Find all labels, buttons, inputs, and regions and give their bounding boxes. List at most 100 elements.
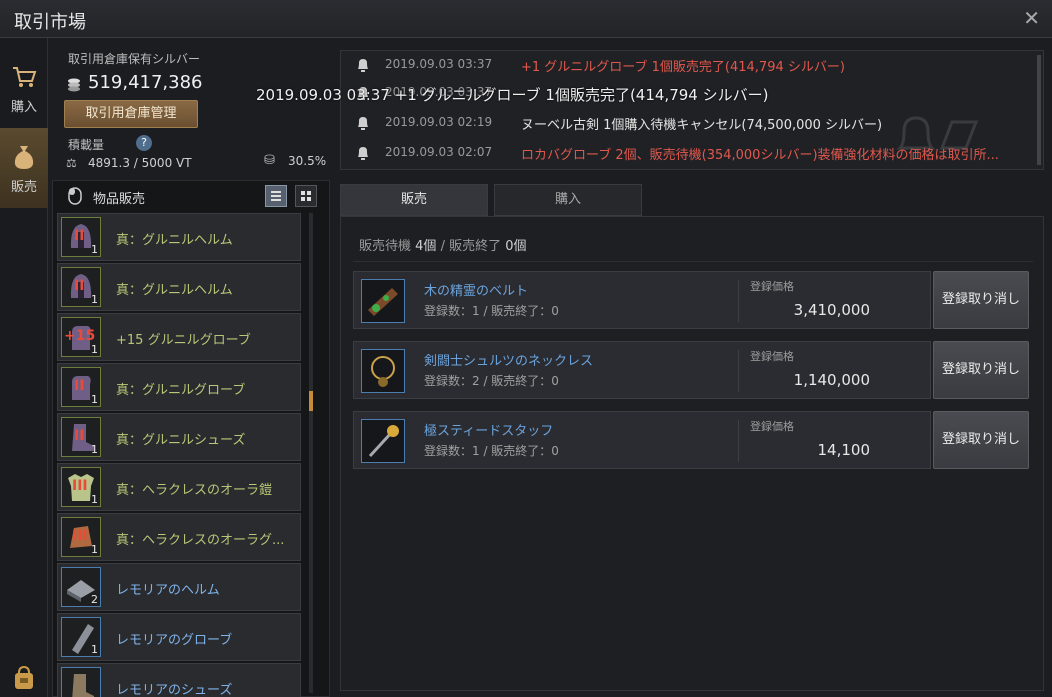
price-value: 3,410,000 [793, 301, 870, 319]
sale-status: 販売待機 4個 / 販売終了 0個 [359, 235, 527, 254]
item-enhance-mark: II [74, 278, 85, 294]
list-item[interactable]: レモリアのシューズ [57, 663, 301, 697]
item-name: レモリアのグローブ [116, 633, 233, 648]
silver-label: 取引用倉庫保有シルバー [68, 52, 201, 66]
item-list-header: 物品販売 [53, 181, 331, 211]
item-qty: 1 [91, 293, 98, 306]
list-item[interactable]: III 1 真：ヘラクレスのオーラ鎧 [57, 463, 301, 511]
item-icon: 1 [61, 617, 101, 657]
list-item[interactable]: III 1 真：ヘラクレスのオーラグ... [57, 513, 301, 561]
notification-time: 2019.09.03 02:19 [385, 115, 493, 129]
cancel-listing-button[interactable]: 登録取り消し [933, 271, 1029, 329]
inventory-bag-icon[interactable] [12, 665, 36, 691]
sale-item-count: 登録数：1 / 販売終了：0 [424, 444, 559, 458]
weight-percent: 30.5% [288, 154, 327, 168]
item-qty: 1 [91, 493, 98, 506]
sale-item-name: 剣闘士シュルツのネックレス [424, 354, 594, 369]
item-list: II 1 真：グルニルヘルム II 1 真：グルニルヘルム +15 1 +15 … [57, 213, 301, 697]
weight-label: 積載量 [68, 138, 105, 152]
sale-item-name: 極スティードスタッフ [424, 424, 554, 439]
item-icon: II 1 [61, 267, 101, 307]
item-icon: II 1 [61, 417, 101, 457]
necklace-icon [371, 356, 395, 387]
item-qty: 1 [91, 443, 98, 456]
sale-item-icon [361, 419, 405, 463]
sale-item-count: 登録数：2 / 販売終了：0 [424, 374, 559, 388]
item-enhance-mark: III [72, 528, 88, 544]
silver-coin-icon [68, 78, 80, 92]
cancel-listing-button[interactable]: 登録取り消し [933, 341, 1029, 399]
waiting-label: 販売待機 [359, 239, 412, 254]
item-name: 真：グルニルヘルム [116, 233, 233, 248]
sale-item: 剣闘士シュルツのネックレス 登録数：2 / 販売終了：0 登録価格 1,140,… [353, 341, 931, 399]
warehouse-manage-button[interactable]: 取引用倉庫管理 [64, 100, 198, 128]
sale-item: 極スティードスタッフ 登録数：1 / 販売終了：0 登録価格 14,100 [353, 411, 931, 469]
help-icon[interactable]: ? [136, 135, 152, 151]
sale-item-icon [361, 349, 405, 393]
silver-info: 取引用倉庫保有シルバー 519,417,386 取引用倉庫管理 積載量 ? ⚖ … [60, 44, 330, 174]
item-list-scroll-thumb[interactable] [309, 391, 313, 411]
weight-icon: ⚖ [66, 156, 77, 170]
price-value: 14,100 [817, 441, 871, 459]
sale-item-name: 木の精霊のベルト [424, 284, 529, 299]
item-name: 真：グルニルシューズ [116, 433, 246, 448]
list-item[interactable]: 2 レモリアのヘルム [57, 563, 301, 611]
list-view-button[interactable] [265, 185, 287, 207]
item-enhance-mark: III [72, 478, 88, 494]
notification-scrollbar[interactable] [1037, 55, 1041, 165]
item-enhance-mark: II [74, 228, 85, 244]
list-item[interactable]: 1 レモリアのグローブ [57, 613, 301, 661]
notification-row: 2019.09.03 03:37 +1 グルニルグローブ 1個販売完了(414,… [341, 51, 1031, 79]
list-item[interactable]: II 1 真：グルニルヘルム [57, 263, 301, 311]
item-qty: 1 [91, 343, 98, 356]
cancel-listing-button[interactable]: 登録取り消し [933, 411, 1029, 469]
list-item[interactable]: II 1 真：グルニルグローブ [57, 363, 301, 411]
list-item[interactable]: II 1 真：グルニルシューズ [57, 413, 301, 461]
notification-time: 2019.09.03 03:37 [385, 57, 493, 71]
price-label: 登録価格 [750, 280, 794, 293]
price-label: 登録価格 [750, 420, 794, 433]
item-icon: III 1 [61, 517, 101, 557]
notification-time: 2019.09.03 02:07 [385, 145, 493, 159]
item-list-panel: 物品販売 II 1 真：グルニルヘルム II 1 真：グルニルヘルム +15 1… [52, 180, 330, 697]
belt-icon [368, 288, 398, 316]
window-title: 取引市場 [14, 12, 86, 33]
notification-message: +1 グルニルグローブ 1個販売完了(414,794 シルバー) [521, 60, 845, 75]
cart-icon [13, 67, 37, 87]
item-icon: 2 [61, 567, 101, 607]
list-item[interactable]: +15 1 +15 グルニルグローブ [57, 313, 301, 361]
divider [738, 280, 739, 322]
bell-icon [358, 59, 368, 72]
nav-sell[interactable]: 販売 [0, 128, 48, 208]
sale-item-count: 登録数：1 / 販売終了：0 [424, 304, 559, 318]
left-nav: 購入 販売 [0, 38, 48, 697]
item-qty: 2 [91, 593, 98, 606]
nav-buy[interactable]: 購入 [0, 48, 48, 128]
divider [738, 420, 739, 462]
close-icon[interactable]: ✕ [1023, 6, 1040, 30]
price-value: 1,140,000 [793, 371, 870, 389]
item-enhance-mark: +15 [64, 328, 96, 344]
item-icon: III 1 [61, 467, 101, 507]
bell-icon [358, 117, 368, 130]
weight-value: 4891.3 / 5000 VT [88, 156, 192, 170]
nav-buy-label: 購入 [10, 100, 37, 115]
item-qty: 1 [91, 543, 98, 556]
money-bag-icon [14, 146, 34, 169]
bell-watermark-icon [896, 116, 979, 150]
divider [353, 261, 1033, 262]
tab-buy[interactable]: 購入 [494, 184, 642, 216]
tab-sell[interactable]: 販売 [340, 184, 488, 216]
item-icon [61, 667, 101, 697]
item-qty: 1 [91, 393, 98, 406]
item-name: 真：ヘラクレスのオーラ鎧 [116, 483, 273, 498]
item-name: 真：グルニルグローブ [116, 383, 246, 398]
bell-icon [358, 147, 368, 160]
item-qty: 1 [91, 243, 98, 256]
list-item[interactable]: II 1 真：グルニルヘルム [57, 213, 301, 261]
grid-view-button[interactable] [295, 185, 317, 207]
item-list-scrollbar[interactable] [309, 213, 313, 693]
silver-amount: 519,417,386 [88, 72, 203, 93]
item-icon: II 1 [61, 367, 101, 407]
sale-item-icon [361, 279, 405, 323]
